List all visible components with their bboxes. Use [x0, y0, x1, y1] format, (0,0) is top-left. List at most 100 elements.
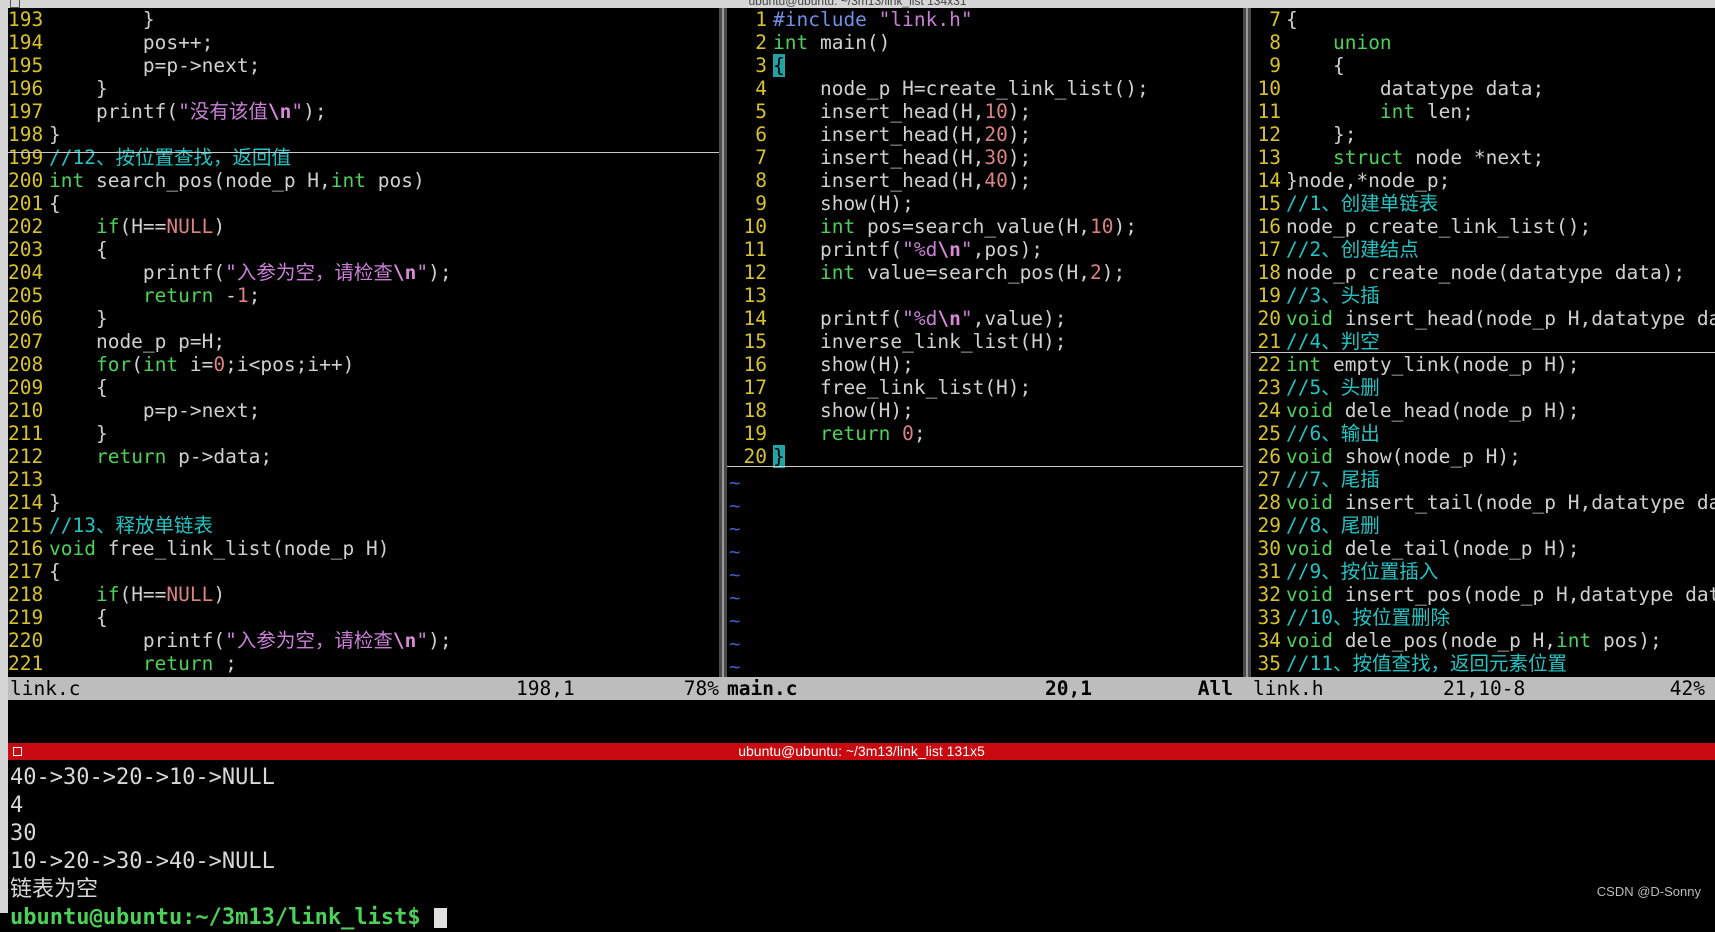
code-line[interactable]: 213 — [8, 468, 719, 491]
code-line[interactable]: 15 inverse_link_list(H); — [727, 330, 1243, 353]
code-line[interactable]: 12 }; — [1251, 123, 1715, 146]
code-line[interactable]: 202 if(H==NULL) — [8, 215, 719, 238]
code-line[interactable]: 25//6、输出 — [1251, 422, 1715, 445]
code-line[interactable]: 208 for(int i=0;i<pos;i++) — [8, 353, 719, 376]
code-line[interactable]: 31//9、按位置插入 — [1251, 560, 1715, 583]
code-line[interactable]: 26 void show(node_p H); — [1251, 445, 1715, 468]
line-number: 7 — [755, 146, 767, 169]
line-text: if(H==NULL) — [95, 583, 226, 606]
code-line[interactable]: 10 datatype data; — [1251, 77, 1715, 100]
terminal-output[interactable]: 40->30->20->10->NULL 4 30 10->20->30->40->N… — [10, 764, 1710, 930]
code-line[interactable]: 1 #include "link.h" — [727, 8, 1243, 31]
code-line[interactable]: 32 void insert_pos(node_p H,datatype dat — [1251, 583, 1715, 606]
code-line[interactable]: 2 int main() — [727, 31, 1243, 54]
code-line[interactable]: 201{ — [8, 192, 719, 215]
code-line[interactable]: 199//12、按位置查找，返回值 — [8, 146, 719, 169]
code-line[interactable]: 194 pos++; — [8, 31, 719, 54]
code-line[interactable]: 219 { — [8, 606, 719, 629]
code-line[interactable]: 4 node_p H=create_link_list(); — [727, 77, 1243, 100]
code-line[interactable]: 15//1、创建单链表 — [1251, 192, 1715, 215]
code-line[interactable]: 203 { — [8, 238, 719, 261]
code-line[interactable]: 11 int len; — [1251, 100, 1715, 123]
code-line[interactable]: 207 node_p p=H; — [8, 330, 719, 353]
vim-window-main-c[interactable]: 1 #include "link.h" 2 int main() 3{4 node_p … — [727, 8, 1243, 677]
line-text: //4、判空 — [1286, 330, 1380, 353]
code-line[interactable]: 6 insert_head(H,20); — [727, 123, 1243, 146]
code-line[interactable]: 34 void dele_pos(node_p H,int pos); — [1251, 629, 1715, 652]
code-line[interactable]: 13 — [727, 284, 1243, 307]
line-text: int value=search_pos(H,2); — [819, 261, 1126, 284]
code-line[interactable]: 24 void dele_head(node_p H); — [1251, 399, 1715, 422]
code-line[interactable]: 211 } — [8, 422, 719, 445]
terminal-title-bar[interactable]: ubuntu@ubuntu: ~/3m13/link_list 131x5 — [8, 743, 1715, 760]
code-line[interactable]: 3{ — [727, 54, 1243, 77]
code-line[interactable]: 8 union — [1251, 31, 1715, 54]
code-line[interactable]: 215//13、释放单链表 — [8, 514, 719, 537]
code-line[interactable]: 5 insert_head(H,10); — [727, 100, 1243, 123]
code-line[interactable]: 217{ — [8, 560, 719, 583]
code-line[interactable]: 9 { — [1251, 54, 1715, 77]
code-line[interactable]: 12 int value=search_pos(H,2); — [727, 261, 1243, 284]
line-text — [767, 284, 773, 307]
code-line[interactable]: 216 void free_link_list(node_p H) — [8, 537, 719, 560]
code-line[interactable]: 17 free_link_list(H); — [727, 376, 1243, 399]
code-line[interactable]: 200 int search_pos(node_p H,int pos) — [8, 169, 719, 192]
code-line[interactable]: 17//2、创建结点 — [1251, 238, 1715, 261]
window-split-divider — [1251, 352, 1715, 353]
code-line[interactable]: 20 void insert_head(node_p H,datatype da — [1251, 307, 1715, 330]
code-line[interactable]: 27//7、尾插 — [1251, 468, 1715, 491]
code-line[interactable]: 209 { — [8, 376, 719, 399]
code-line[interactable]: 7{ — [1251, 8, 1715, 31]
code-line[interactable]: 11 printf("%d\n",pos); — [727, 238, 1243, 261]
status-line-main-c: main.c 20,1 All — [727, 677, 1243, 700]
terminal-prompt[interactable]: ubuntu@ubuntu:~/3m13/link_list$ — [10, 904, 1710, 932]
code-line[interactable]: 28 void insert_tail(node_p H,datatype da — [1251, 491, 1715, 514]
vertical-split-bar[interactable] — [1243, 8, 1251, 677]
code-line[interactable]: 21//4、判空 — [1251, 330, 1715, 353]
code-line[interactable]: 205 return -1; — [8, 284, 719, 307]
code-line[interactable]: 206 } — [8, 307, 719, 330]
code-line[interactable]: 33//10、按位置删除 — [1251, 606, 1715, 629]
code-line[interactable]: 221 return ; — [8, 652, 719, 675]
code-line[interactable]: 197 printf("没有该值\n"); — [8, 100, 719, 123]
code-line[interactable]: 13 struct node *next; — [1251, 146, 1715, 169]
code-line[interactable]: 14 printf("%d\n",value); — [727, 307, 1243, 330]
code-line[interactable]: 212 return p->data; — [8, 445, 719, 468]
code-line[interactable]: 22 int empty_link(node_p H); — [1251, 353, 1715, 376]
code-line[interactable]: 195 p=p->next; — [8, 54, 719, 77]
code-line[interactable]: 7 insert_head(H,30); — [727, 146, 1243, 169]
code-line[interactable]: 8 insert_head(H,40); — [727, 169, 1243, 192]
code-line[interactable]: 18 node_p create_node(datatype data); — [1251, 261, 1715, 284]
code-line[interactable]: 16 node_p create_link_list(); — [1251, 215, 1715, 238]
code-line[interactable]: 214} — [8, 491, 719, 514]
code-line[interactable]: 19 return 0; — [727, 422, 1243, 445]
status-scroll-percent: All — [1197, 677, 1233, 700]
line-text: void free_link_list(node_p H) — [49, 537, 390, 560]
code-line[interactable]: 193 } — [8, 8, 719, 31]
code-line[interactable]: 20} — [727, 445, 1243, 468]
code-line[interactable]: 210 p=p->next; — [8, 399, 719, 422]
code-line[interactable]: 196 } — [8, 77, 719, 100]
code-line[interactable]: 23//5、头删 — [1251, 376, 1715, 399]
code-line[interactable]: 218 if(H==NULL) — [8, 583, 719, 606]
code-line[interactable]: 29//8、尾删 — [1251, 514, 1715, 537]
code-line[interactable]: 10 int pos=search_value(H,10); — [727, 215, 1243, 238]
line-number: 6 — [755, 123, 767, 146]
code-line[interactable]: 30 void dele_tail(node_p H); — [1251, 537, 1715, 560]
line-number: 194 — [8, 31, 44, 54]
code-line[interactable]: 18 show(H); — [727, 399, 1243, 422]
line-text: printf("%d\n",pos); — [773, 238, 1044, 261]
code-line[interactable]: 19//3、头插 — [1251, 284, 1715, 307]
code-line[interactable]: 35//11、按值查找，返回元素位置 — [1251, 652, 1715, 675]
empty-line-tilde: ~ — [729, 518, 741, 540]
code-line[interactable]: 14}node,*node_p; — [1251, 169, 1715, 192]
code-line[interactable]: 204 printf("入参为空，请检查\n"); — [8, 261, 719, 284]
code-line[interactable]: 220 printf("入参为空，请检查\n"); — [8, 629, 719, 652]
line-number: 17 — [743, 376, 767, 399]
vim-window-link-c[interactable]: 193 } 194 pos++; 195 p=p->next; 196 } 197 pr… — [8, 8, 719, 677]
code-line[interactable]: 9 show(H); — [727, 192, 1243, 215]
code-line[interactable]: 198} — [8, 123, 719, 146]
code-line[interactable]: 16 show(H); — [727, 353, 1243, 376]
vim-window-link-h[interactable]: 7{8 union 9 {10 datatype data; 11 int len;… — [1251, 8, 1715, 677]
vertical-split-bar[interactable] — [719, 8, 727, 677]
